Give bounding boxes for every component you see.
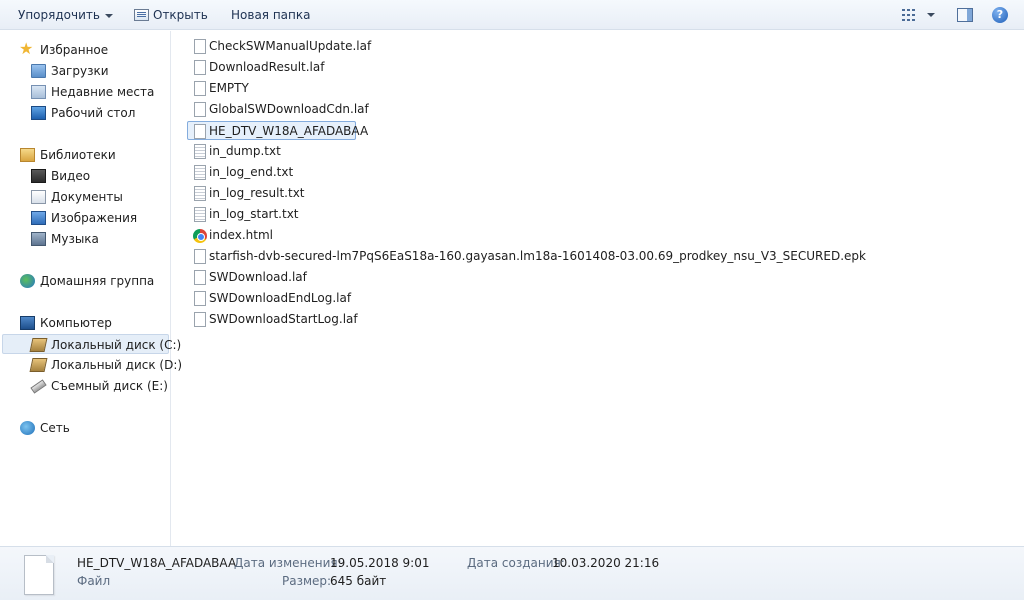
new-folder-button[interactable]: Новая папка xyxy=(231,0,310,30)
details-created-value: 10.03.2020 21:16 xyxy=(552,556,660,570)
details-created-label: Дата создания: xyxy=(467,556,565,570)
nav-homegroup-label: Домашняя группа xyxy=(40,274,155,288)
documents-library-icon xyxy=(31,190,46,204)
file-icon xyxy=(194,249,206,264)
nav-item-label: Видео xyxy=(51,169,91,183)
file-icon xyxy=(194,102,206,117)
file-large-icon xyxy=(24,555,54,595)
file-icon xyxy=(194,81,206,96)
nav-network-label: Сеть xyxy=(40,421,70,435)
nav-libraries-label: Библиотеки xyxy=(40,148,116,162)
details-modified-value: 19.05.2018 9:01 xyxy=(330,556,430,570)
text-file-icon xyxy=(194,165,206,180)
preview-pane-icon[interactable] xyxy=(957,8,973,22)
downloads-folder-icon xyxy=(31,64,46,78)
file-name: in_log_end.txt xyxy=(209,165,294,179)
navigation-pane: Избранное Загрузки Недавние места Рабочи… xyxy=(0,31,182,546)
nav-item-label: Локальный диск (C:) xyxy=(51,338,182,352)
file-icon xyxy=(194,291,206,306)
organize-button[interactable]: Упорядочить xyxy=(18,0,113,30)
text-file-icon xyxy=(194,186,206,201)
nav-favorites-label: Избранное xyxy=(40,43,109,57)
nav-item-label: Съемный диск (E:) xyxy=(51,379,168,393)
nav-item-label: Локальный диск (D:) xyxy=(51,358,183,372)
details-modified-label: Дата изменения: xyxy=(234,556,342,570)
nav-item-label: Документы xyxy=(51,190,123,204)
file-name: EMPTY xyxy=(209,81,249,95)
file-icon xyxy=(194,39,206,54)
change-view-icon[interactable] xyxy=(902,9,916,21)
nav-computer-label: Компьютер xyxy=(40,316,112,330)
nav-item-label: Загрузки xyxy=(51,64,109,78)
file-icon xyxy=(194,60,206,75)
details-pane: HE_DTV_W18A_AFADABAA Файл Дата изменения… xyxy=(0,546,1024,600)
file-name: SWDownloadStartLog.laf xyxy=(209,312,358,326)
file-name: GlobalSWDownloadCdn.laf xyxy=(209,102,369,116)
file-icon xyxy=(194,270,206,285)
nav-item-local-disk-c[interactable]: Локальный диск (C:) xyxy=(2,334,181,354)
text-file-icon xyxy=(194,207,206,222)
details-filename: HE_DTV_W18A_AFADABAA xyxy=(77,556,237,570)
file-name: in_dump.txt xyxy=(209,144,281,158)
homegroup-icon xyxy=(20,274,35,288)
chevron-down-icon xyxy=(104,13,113,18)
file-name: HE_DTV_W18A_AFADABAA xyxy=(209,124,369,138)
video-library-icon xyxy=(31,169,46,183)
file-name: in_log_start.txt xyxy=(209,207,299,221)
nav-item-label: Недавние места xyxy=(51,85,155,99)
details-filetype: Файл xyxy=(77,574,111,588)
command-bar: Упорядочить Открыть Новая папка ? xyxy=(0,0,1024,30)
file-item-selected[interactable]: HE_DTV_W18A_AFADABAA xyxy=(187,121,368,140)
file-name: index.html xyxy=(209,228,273,242)
file-name: starfish-dvb-secured-lm7PqS6EaS18a-160.g… xyxy=(209,249,866,263)
file-icon xyxy=(194,312,206,327)
open-button[interactable]: Открыть xyxy=(134,0,208,30)
text-file-icon xyxy=(194,144,206,159)
file-name: in_log_result.txt xyxy=(209,186,305,200)
new-folder-label: Новая папка xyxy=(231,8,311,22)
file-name: DownloadResult.laf xyxy=(209,60,325,74)
recent-places-icon xyxy=(31,85,46,99)
nav-item-label: Рабочий стол xyxy=(51,106,136,120)
open-icon xyxy=(134,9,149,21)
local-disk-icon xyxy=(29,338,48,352)
music-library-icon xyxy=(31,232,46,246)
pictures-library-icon xyxy=(31,211,46,225)
open-label: Открыть xyxy=(153,8,208,22)
help-icon[interactable]: ? xyxy=(992,7,1008,23)
desktop-icon xyxy=(31,106,46,120)
file-list: CheckSWManualUpdate.laf DownloadResult.l… xyxy=(172,31,1024,546)
libraries-icon xyxy=(20,148,35,162)
computer-icon xyxy=(20,316,35,330)
details-size-label: Размер: xyxy=(282,574,332,588)
file-name: CheckSWManualUpdate.laf xyxy=(209,39,372,53)
view-options-chevron-icon[interactable] xyxy=(927,13,935,17)
organize-label: Упорядочить xyxy=(18,8,100,22)
removable-disk-icon xyxy=(30,379,47,394)
file-icon xyxy=(194,124,206,139)
nav-item-label: Изображения xyxy=(51,211,138,225)
local-disk-icon xyxy=(29,358,48,372)
nav-item-label: Музыка xyxy=(51,232,99,246)
file-name: SWDownload.laf xyxy=(209,270,307,284)
file-name: SWDownloadEndLog.laf xyxy=(209,291,352,305)
network-icon xyxy=(20,421,35,435)
chrome-icon xyxy=(193,229,207,243)
star-icon xyxy=(19,39,35,59)
details-size-value: 645 байт xyxy=(330,574,387,588)
